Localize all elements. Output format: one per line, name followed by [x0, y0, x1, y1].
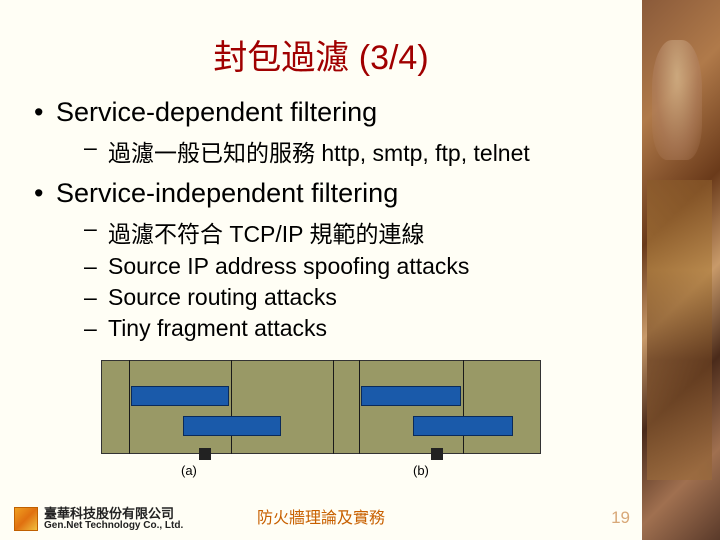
rect-a2 — [183, 416, 281, 436]
tick-a — [205, 450, 206, 458]
slide-footer: 臺華科技股份有限公司 Gen.Net Technology Co., Ltd. … — [0, 498, 720, 540]
sublist-b: 過濾不符合 TCP/IP 規範的連線 Source IP address spo… — [84, 215, 622, 342]
sublist-a: 過濾一般已知的服務 http, smtp, ftp, telnet — [84, 134, 622, 168]
fragment-diagram: (a) (b) — [101, 360, 541, 480]
rect-b1 — [361, 386, 461, 406]
footer-center-text: 防火牆理論及實務 — [0, 504, 642, 528]
title-zh: 封包過濾 — [213, 39, 349, 77]
diagram-label-a: (a) — [181, 463, 197, 478]
bullet-l2-b3: Source routing attacks — [84, 284, 622, 311]
slide-title: 封包過濾 (3/4) — [20, 30, 622, 79]
diagram-label-b: (b) — [413, 463, 429, 478]
title-suffix: (3/4) — [349, 39, 428, 77]
bullet-l1-a: Service-dependent filtering 過濾一般已知的服務 ht… — [30, 97, 622, 168]
diagram-background — [101, 360, 541, 454]
rect-b2 — [413, 416, 513, 436]
vline-5 — [463, 360, 464, 454]
bullet-l1-b-text: Service-independent filtering — [56, 178, 398, 208]
vline-2 — [231, 360, 232, 454]
bullet-l2-b2: Source IP address spoofing attacks — [84, 253, 622, 280]
vline-3 — [333, 360, 334, 454]
bullet-l1-b: Service-independent filtering 過濾不符合 TCP/… — [30, 178, 622, 342]
vline-1 — [129, 360, 130, 454]
vline-4 — [359, 360, 360, 454]
bullet-l1-a-text: Service-dependent filtering — [56, 97, 377, 127]
tick-b — [437, 450, 438, 458]
page-number: 19 — [611, 508, 630, 528]
bullet-l2-b1: 過濾不符合 TCP/IP 規範的連線 — [84, 215, 622, 249]
bullet-list: Service-dependent filtering 過濾一般已知的服務 ht… — [30, 97, 622, 342]
decorative-right-strip — [642, 0, 720, 540]
bullet-l2-a1: 過濾一般已知的服務 http, smtp, ftp, telnet — [84, 134, 622, 168]
slide-content: 封包過濾 (3/4) Service-dependent filtering 過… — [0, 0, 642, 540]
bullet-l2-b4: Tiny fragment attacks — [84, 315, 622, 342]
rect-a1 — [131, 386, 229, 406]
